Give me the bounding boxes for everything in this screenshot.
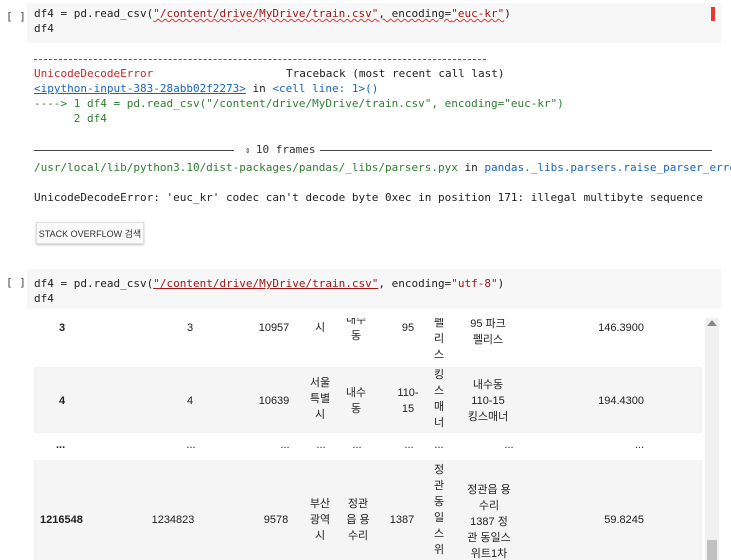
frames-label: 10 frames — [255, 143, 316, 156]
table-cell: 1387 — [389, 514, 415, 526]
table-cell: 펠 리 스 — [433, 318, 445, 361]
code-text: , encoding= — [378, 7, 452, 20]
traceback-separator — [34, 59, 486, 60]
table-cell: 내수 동 — [345, 318, 367, 342]
frames-divider-right — [320, 150, 712, 151]
in-text: in — [245, 82, 273, 95]
code-text: df4 = pd.read_csv( — [34, 277, 154, 290]
row-index: 4 — [59, 395, 66, 407]
stack-overflow-search-button[interactable]: STACK OVERFLOW 검색 — [36, 222, 144, 244]
expand-icon: ⇕ — [245, 146, 256, 156]
cell-run-bracket-2[interactable]: [ ] — [6, 276, 26, 289]
code-string-path: "/content/drive/MyDrive/train.csv" — [153, 7, 379, 20]
traceback-line-2: 2 df4 — [34, 112, 107, 125]
table-cell: 1234823 — [151, 514, 195, 526]
table-cell: 59.8245 — [604, 514, 644, 526]
cell-line-ref: <cell line: 1>() — [272, 82, 379, 95]
table-cell: 정관읍 용 수리 1387 정 관 동일스 위트1차 — [467, 484, 511, 560]
table-cell: ... — [404, 439, 414, 451]
code-line-2: df4 — [34, 22, 54, 35]
table-cell: 내수 동 — [345, 387, 367, 415]
code-line-1: df4 = pd.read_csv("/content/drive/MyDriv… — [34, 6, 511, 21]
row-index: ... — [56, 439, 66, 451]
row-index: 1216548 — [40, 514, 83, 526]
table-cell: 내수동 110-15 킹스매너 — [467, 379, 509, 423]
lib-location: /usr/local/lib/python3.10/dist-packages/… — [34, 160, 731, 175]
code-text: , encoding= — [378, 277, 452, 290]
cell-run-bracket-1[interactable]: [ ] — [6, 10, 26, 23]
table-cell: 10639 — [258, 395, 290, 407]
frames-divider-left — [34, 150, 234, 151]
table-cell: ... — [504, 439, 514, 451]
table-cell: 95 파크 펠리스 — [470, 318, 506, 346]
traceback-location: <ipython-input-383-28abb02f2273> in <cel… — [34, 81, 378, 96]
table-cell: ... — [316, 439, 326, 451]
table-cell: 4 — [186, 395, 194, 407]
table-cell: 정 관 동 일 스 위 트1 — [433, 464, 445, 556]
table-cell: ... — [434, 439, 444, 451]
scroll-up-arrow-icon[interactable] — [707, 320, 717, 326]
table-cell: 194.4300 — [598, 395, 644, 407]
code-string-path: "/content/drive/MyDrive/train.csv" — [153, 277, 379, 290]
table-cell: 95 — [401, 322, 415, 334]
table-cell: 부산 광역 시 — [309, 498, 331, 542]
table-cell: 9578 — [263, 514, 289, 526]
table-row: 1216548 1234823 9578 부산 광역 시 정관 읍 용 수리 1… — [34, 460, 702, 560]
error-marker — [711, 7, 715, 21]
table-cell: ... — [186, 439, 196, 451]
code-string-encoding: "euc-kr" — [451, 7, 505, 20]
table-cell: 110- 15 — [397, 387, 419, 415]
table-cell: 10957 — [258, 322, 290, 334]
ipython-input-link[interactable]: <ipython-input-383-28abb02f2273> — [34, 82, 246, 95]
table-cell: ... — [352, 439, 362, 451]
table-row: 4 4 10639 서울 특별 시 내수 동 110- 15 킹 스 매 너 내… — [34, 367, 702, 433]
table-cell: 정관 읍 용 수리 — [346, 498, 370, 542]
table-cell: ... — [634, 439, 644, 451]
table-cell: 킹 스 매 너 — [433, 369, 445, 429]
error-message: UnicodeDecodeError: 'euc_kr' codec can't… — [34, 191, 703, 204]
code-line-1: df4 = pd.read_csv("/content/drive/MyDriv… — [34, 276, 504, 291]
table-cell: ... — [280, 439, 290, 451]
code-string-encoding: "utf-8" — [451, 277, 498, 290]
output-scrollbar[interactable] — [705, 318, 719, 560]
table-cell: 특별 시 — [314, 322, 326, 334]
in-text: in — [457, 161, 485, 174]
table-cell: 3 — [186, 322, 194, 334]
table-cell: 서울 특별 시 — [309, 377, 331, 421]
lib-path: /usr/local/lib/python3.10/dist-packages/… — [34, 161, 458, 174]
code-text: df4 = pd.read_csv( — [34, 7, 154, 20]
table-row: ... ... ... ... ... ... ... ... ... — [34, 435, 702, 457]
frames-toggle[interactable]: ⇕ 10 frames — [245, 143, 315, 156]
row-index: 3 — [59, 322, 66, 334]
table-row: 3 3 10957 특별 시 내수 동 95 펠 리 스 95 파크 펠리스 1… — [34, 318, 702, 365]
scrollbar-thumb[interactable] — [707, 540, 717, 560]
dataframe-output: 3 3 10957 특별 시 내수 동 95 펠 리 스 95 파크 펠리스 1… — [0, 318, 731, 560]
code-text: ) — [504, 7, 511, 20]
table-cell: 146.3900 — [598, 322, 644, 334]
lib-function: pandas._libs.parsers.raise_parser_error(… — [484, 161, 731, 174]
error-name: UnicodeDecodeError — [34, 67, 154, 80]
code-text: ) — [497, 277, 505, 290]
traceback-label: Traceback (most recent call last) — [286, 67, 505, 80]
code-line-2: df4 — [34, 292, 54, 305]
traceback-arrow-line: ----> 1 df4 = pd.read_csv("/content/driv… — [34, 97, 564, 110]
